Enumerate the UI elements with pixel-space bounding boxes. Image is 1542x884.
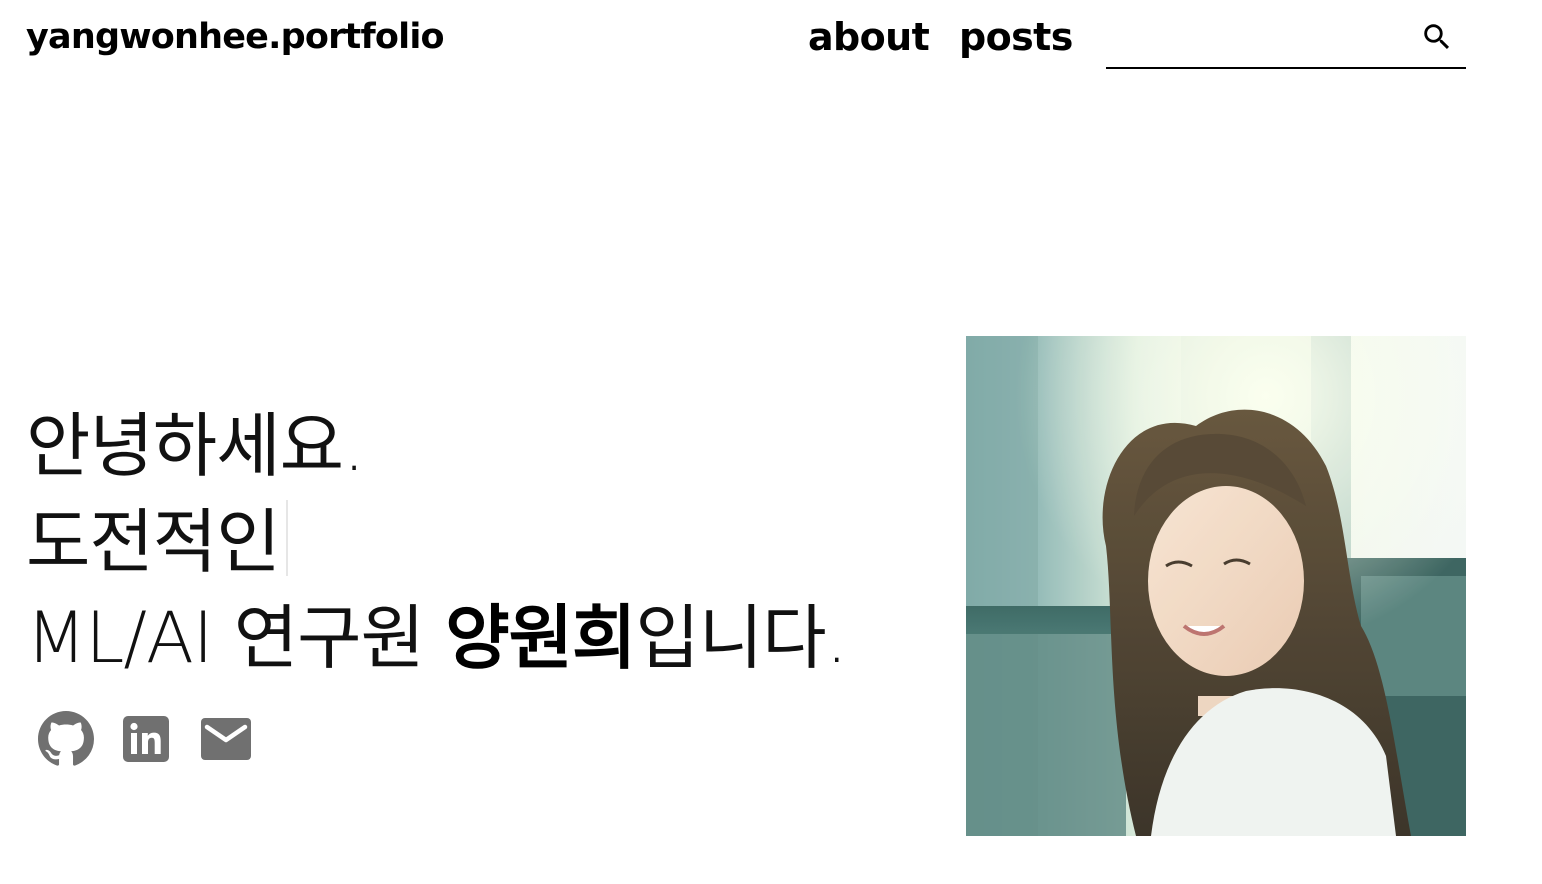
hero-heading: 안녕하세요. 도전적인 ML/AI 연구원 양원희입니다.: [26, 398, 848, 686]
hero-intro-suffix: 입니다.: [635, 597, 847, 679]
search-icon[interactable]: [1420, 20, 1454, 54]
nav-about[interactable]: about: [808, 14, 930, 60]
email-link[interactable]: [201, 718, 251, 760]
search-input[interactable]: [1106, 18, 1406, 60]
hero-name: 양원희: [445, 597, 636, 679]
linkedin-icon: [123, 716, 169, 766]
github-icon: [38, 711, 94, 771]
search-bar: [1106, 14, 1466, 69]
hero-intro-line: ML/AI 연구원 양원희입니다.: [26, 590, 848, 686]
mail-icon: [201, 718, 251, 764]
github-link[interactable]: [38, 711, 94, 767]
hero-intro-prefix: ML/AI 연구원: [26, 597, 446, 679]
linkedin-link[interactable]: [123, 716, 169, 762]
nav-posts[interactable]: posts: [959, 14, 1073, 60]
hero-typing-text: 도전적인: [26, 501, 281, 583]
hero-greeting: 안녕하세요.: [26, 405, 365, 487]
site-logo[interactable]: yangwonhee.portfolio: [26, 14, 445, 60]
profile-photo: [966, 336, 1466, 836]
site-header: yangwonhee.portfolio about posts: [0, 0, 1542, 80]
hero-typing-line: 도전적인: [26, 494, 847, 590]
typing-cursor: [285, 500, 288, 576]
